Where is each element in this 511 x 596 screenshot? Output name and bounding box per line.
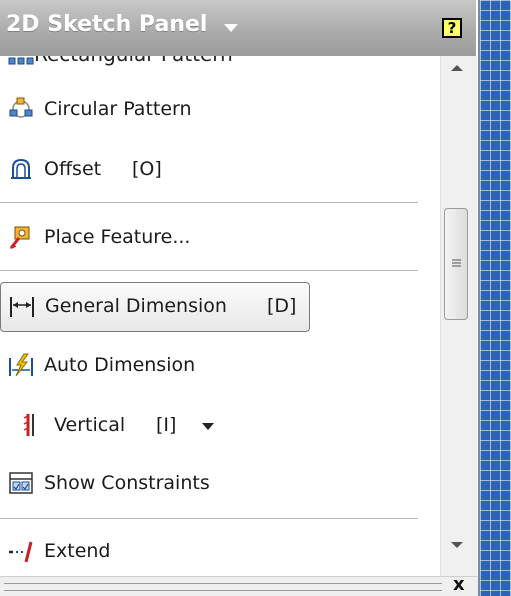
menu-item-label: General Dimension (45, 295, 227, 317)
panel-footer: x (0, 574, 478, 596)
shortcut-label: [O] (132, 158, 162, 180)
menu-item-vertical[interactable]: Vertical [I] (0, 402, 440, 450)
offset-icon (11, 158, 31, 179)
menu-item-place-feature[interactable]: Place Feature... (0, 214, 440, 262)
auto-dimension-icon (9, 353, 33, 377)
panel-header[interactable]: 2D Sketch Panel ? (0, 0, 476, 56)
general-dimension-icon (10, 297, 34, 317)
menu-item-general-dimension[interactable]: General Dimension [D] (0, 282, 310, 332)
grip-icon (452, 259, 461, 267)
menu-item-label: Extend (44, 540, 111, 562)
menu-item-label: Place Feature... (44, 226, 191, 248)
menu-separator (0, 202, 418, 203)
menu-item-auto-dimension[interactable]: Auto Dimension (0, 342, 440, 390)
menu-item-circular-pattern[interactable]: Circular Pattern (0, 86, 440, 134)
shortcut-label: [D] (267, 295, 297, 317)
circular-pattern-icon (9, 97, 33, 118)
menu-item-label: Vertical (54, 414, 126, 436)
menu-item-show-constraints[interactable]: Show Constraints (0, 460, 440, 508)
extend-icon (9, 541, 33, 563)
drawing-canvas-grid[interactable] (478, 0, 511, 596)
resize-grip[interactable] (4, 583, 442, 591)
chevron-down-icon[interactable] (224, 24, 238, 32)
scroll-up-arrow-icon[interactable] (451, 65, 463, 71)
vertical-constraint-icon (23, 414, 34, 436)
scroll-down-arrow-icon[interactable] (451, 542, 463, 548)
close-icon[interactable]: x (453, 574, 465, 595)
panel-title[interactable]: 2D Sketch Panel (6, 12, 207, 37)
chevron-down-icon[interactable] (202, 423, 214, 430)
show-constraints-icon (9, 472, 33, 494)
shortcut-label: [I] (156, 414, 177, 436)
place-feature-icon (9, 226, 30, 249)
menu-item-label: Offset (44, 158, 102, 180)
menu-item-label: Show Constraints (44, 472, 210, 494)
scrollbar-thumb[interactable] (444, 208, 468, 320)
menu-item-offset[interactable]: Offset [O] (0, 146, 440, 194)
sketch-panel-window: Rectangular Pattern 2D Sketch Panel ? Ci… (0, 0, 511, 596)
menu-separator (0, 270, 418, 271)
menu-separator (0, 518, 418, 519)
menu-item-extend[interactable]: Extend (0, 528, 440, 576)
help-button[interactable]: ? (442, 18, 462, 38)
menu-item-label: Auto Dimension (44, 354, 196, 376)
menu-item-label: Circular Pattern (44, 98, 192, 120)
